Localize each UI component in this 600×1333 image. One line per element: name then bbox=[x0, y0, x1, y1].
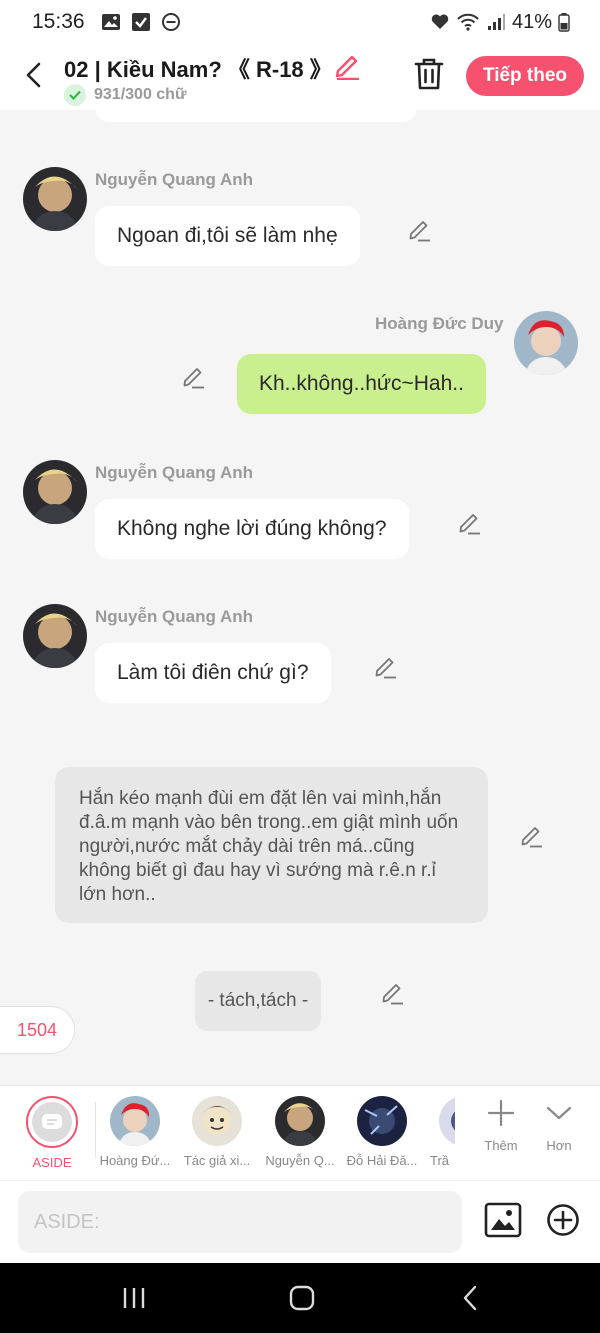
word-count: 931/300 chữ bbox=[64, 84, 187, 106]
back-button[interactable] bbox=[18, 58, 48, 92]
edit-message-icon[interactable] bbox=[181, 363, 207, 389]
avatar-nguyen-quang-anh[interactable] bbox=[23, 167, 87, 231]
speech-bubble-icon bbox=[42, 1114, 62, 1129]
expand-characters-label: Hơn bbox=[546, 1138, 572, 1153]
message-bubble[interactable]: Không nghe lời đúng không? bbox=[95, 499, 409, 559]
delete-button[interactable] bbox=[412, 56, 446, 92]
character-label: Nguyễn Q... bbox=[265, 1153, 335, 1168]
next-button[interactable]: Tiếp theo bbox=[466, 56, 584, 96]
signal-icon bbox=[486, 12, 506, 32]
character-nguyen-quang-anh[interactable]: Nguyễn Q... bbox=[258, 1096, 342, 1168]
image-icon bbox=[484, 1202, 522, 1238]
message-input[interactable] bbox=[18, 1191, 462, 1253]
plus-icon bbox=[487, 1099, 515, 1127]
message-bubble[interactable]: Ngoan đi,tôi sẽ làm nhẹ bbox=[95, 206, 360, 266]
edit-message-icon[interactable] bbox=[457, 509, 483, 535]
do-not-disturb-icon bbox=[161, 12, 181, 32]
sender-name: Nguyễn Quang Anh bbox=[95, 170, 254, 189]
sound-effect-block[interactable]: - tách,tách - bbox=[195, 971, 321, 1031]
status-time: 15:36 bbox=[32, 10, 85, 33]
sender-name: Nguyễn Quang Anh bbox=[95, 463, 254, 482]
narration-block[interactable]: Hắn kéo mạnh đùi em đặt lên vai mình,hắn… bbox=[55, 767, 488, 923]
edit-message-icon[interactable] bbox=[373, 653, 399, 679]
gallery-notification-icon bbox=[101, 12, 121, 32]
wifi-icon bbox=[456, 12, 480, 32]
avatar-nguyen-quang-anh[interactable] bbox=[23, 604, 87, 668]
avatar-hoang-duc-duy[interactable] bbox=[514, 311, 578, 375]
character-aside[interactable]: ASIDE bbox=[10, 1096, 94, 1170]
character-label: Tác giả xi... bbox=[183, 1153, 251, 1168]
character-selector-bar: ASIDE Hoàng Đứ... Tác giả xi... Nguyễn Q… bbox=[0, 1085, 600, 1180]
word-count-text: 931/300 chữ bbox=[94, 86, 187, 103]
status-bar: 15:36 41% bbox=[0, 0, 600, 44]
back-nav-button[interactable] bbox=[450, 1283, 490, 1313]
chat-area[interactable]: Nguyễn Quang Anh Ngoan đi,tôi sẽ làm nhẹ… bbox=[0, 110, 600, 1085]
character-label: Đỗ Hải Đă... bbox=[346, 1153, 418, 1168]
editor-header: 02 | Kiều Nam? 《 R-18 》 931/300 chữ Tiếp… bbox=[0, 44, 600, 110]
chapter-title[interactable]: 02 | Kiều Nam? 《 R-18 》 bbox=[64, 52, 332, 84]
character-hoang-duc-duy[interactable]: Hoàng Đứ... bbox=[93, 1096, 177, 1168]
check-icon bbox=[64, 84, 86, 106]
home-icon bbox=[289, 1285, 315, 1311]
message-bubble[interactable]: Làm tôi điên chứ gì? bbox=[95, 643, 331, 703]
sender-name: Hoàng Đức Duy bbox=[375, 314, 504, 333]
character-counter[interactable]: 1504 bbox=[0, 1006, 75, 1054]
add-character-button[interactable]: Thêm bbox=[475, 1096, 527, 1153]
character-label: ASIDE bbox=[32, 1155, 72, 1170]
sender-name: Nguyễn Quang Anh bbox=[95, 607, 254, 626]
add-content-button[interactable] bbox=[546, 1203, 580, 1237]
chevron-left-icon bbox=[26, 62, 41, 88]
character-label: Trầ bbox=[430, 1153, 450, 1168]
character-tran[interactable]: Trầ bbox=[423, 1096, 455, 1168]
input-bar bbox=[0, 1180, 600, 1263]
edit-sound-icon[interactable] bbox=[380, 979, 406, 1005]
edit-narration-icon[interactable] bbox=[519, 822, 545, 848]
edit-title-pencil-icon[interactable] bbox=[333, 50, 363, 81]
trash-icon bbox=[414, 58, 444, 90]
chevron-down-icon bbox=[546, 1106, 572, 1120]
edit-message-icon[interactable] bbox=[407, 216, 433, 242]
character-label: Hoàng Đứ... bbox=[99, 1153, 171, 1168]
heart-icon bbox=[430, 12, 450, 32]
checkbox-notification-icon bbox=[131, 12, 151, 32]
plus-circle-icon bbox=[547, 1204, 579, 1236]
back-nav-icon bbox=[463, 1285, 477, 1311]
system-nav-bar bbox=[0, 1263, 600, 1333]
recent-apps-icon bbox=[123, 1288, 145, 1308]
battery-percent: 41% bbox=[511, 10, 552, 33]
insert-image-button[interactable] bbox=[484, 1201, 522, 1239]
battery-icon bbox=[558, 12, 570, 32]
add-character-label: Thêm bbox=[484, 1138, 518, 1153]
expand-characters-button[interactable]: Hơn bbox=[533, 1096, 585, 1153]
message-bubble-own[interactable]: Kh..không..hức~Hah.. bbox=[237, 354, 486, 414]
avatar-nguyen-quang-anh[interactable] bbox=[23, 460, 87, 524]
character-tac-gia[interactable]: Tác giả xi... bbox=[175, 1096, 259, 1168]
message-bubble-partial bbox=[95, 110, 417, 122]
home-button[interactable] bbox=[282, 1283, 322, 1313]
recent-apps-button[interactable] bbox=[114, 1283, 154, 1313]
character-do-hai-dang[interactable]: Đỗ Hải Đă... bbox=[340, 1096, 424, 1168]
